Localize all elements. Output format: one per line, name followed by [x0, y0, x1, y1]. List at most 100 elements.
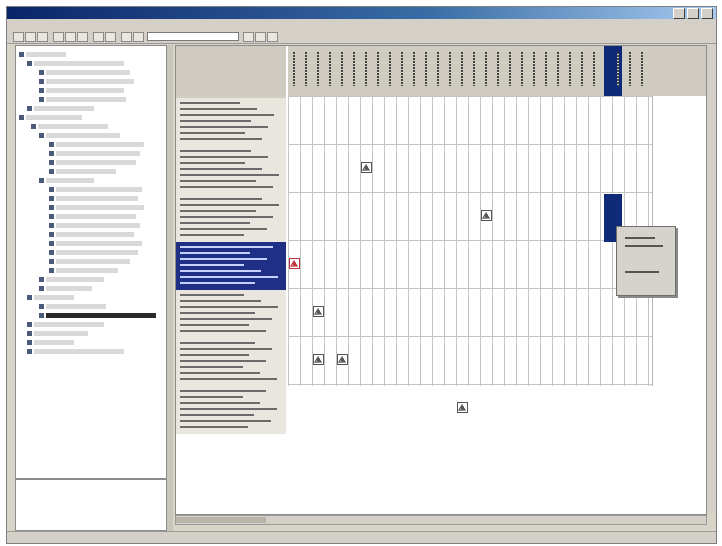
matrix-row-header[interactable] [176, 290, 286, 338]
pane-splitter[interactable] [167, 45, 173, 531]
toolbar-button-12[interactable] [255, 32, 266, 42]
tree-item[interactable] [39, 97, 126, 102]
tree-item[interactable] [27, 106, 94, 111]
matrix-row-header[interactable] [176, 386, 286, 434]
toolbar-button-3[interactable] [37, 32, 48, 42]
vertical-scrollbar[interactable] [707, 45, 715, 513]
matrix-column-label[interactable] [329, 52, 331, 86]
dependency-mark-icon[interactable] [337, 354, 348, 365]
popup-menu-item[interactable] [625, 245, 663, 247]
matrix-column-label[interactable] [617, 52, 619, 86]
dependency-mark-icon[interactable] [361, 162, 372, 173]
tree-item[interactable] [39, 286, 92, 291]
dependency-mark-icon[interactable] [313, 306, 324, 317]
popup-menu-item[interactable] [625, 271, 659, 273]
tree-item[interactable] [27, 340, 74, 345]
matrix-row-header[interactable] [176, 338, 286, 386]
tree-item[interactable] [49, 250, 138, 255]
tree-item[interactable] [49, 214, 136, 219]
tree-item[interactable] [49, 151, 140, 156]
tree-item[interactable] [49, 142, 144, 147]
tree-item[interactable] [31, 124, 108, 129]
matrix-column-label[interactable] [389, 52, 391, 86]
toolbar-button-6[interactable] [77, 32, 88, 42]
matrix-column-label[interactable] [341, 52, 343, 86]
tree-item[interactable] [49, 196, 138, 201]
matrix-column-label[interactable] [377, 52, 379, 86]
matrix-column-label[interactable] [449, 52, 451, 86]
matrix-column-label[interactable] [437, 52, 439, 86]
toolbar-button-10[interactable] [133, 32, 144, 42]
matrix-column-headers[interactable] [288, 46, 706, 96]
matrix-row-header[interactable] [176, 98, 286, 146]
selected-column-header[interactable] [604, 46, 622, 96]
dependency-mark-icon[interactable] [313, 354, 324, 365]
tree-item[interactable] [49, 241, 142, 246]
context-popup-menu[interactable] [616, 226, 676, 296]
toolbar-button-5[interactable] [65, 32, 76, 42]
matrix-column-label[interactable] [413, 52, 415, 86]
tree-item[interactable] [39, 304, 106, 309]
toolbar-button-13[interactable] [267, 32, 278, 42]
toolbar-button-1[interactable] [13, 32, 24, 42]
tree-item[interactable] [27, 331, 88, 336]
matrix-row-header[interactable] [176, 146, 286, 194]
toolbar-button-7[interactable] [93, 32, 104, 42]
matrix-column-label[interactable] [317, 52, 319, 86]
matrix-column-label[interactable] [401, 52, 403, 86]
toolbar-button-2[interactable] [25, 32, 36, 42]
tree-item[interactable] [27, 349, 124, 354]
toolbar-combo-box[interactable] [147, 32, 239, 41]
toolbar-button-9[interactable] [121, 32, 132, 42]
matrix-column-label[interactable] [569, 52, 571, 86]
tree-item[interactable] [27, 295, 74, 300]
dependency-mark-icon[interactable] [481, 210, 492, 221]
tree-item[interactable] [49, 169, 116, 174]
tree-item[interactable] [49, 205, 144, 210]
matrix-column-label[interactable] [581, 52, 583, 86]
tree-item[interactable] [19, 52, 66, 57]
tree-item[interactable] [27, 322, 104, 327]
tree-item[interactable] [27, 61, 124, 66]
matrix-column-label[interactable] [497, 52, 499, 86]
tree-item[interactable] [49, 268, 118, 273]
matrix-column-label[interactable] [485, 52, 487, 86]
matrix-cells[interactable] [288, 96, 653, 413]
scrollbar-thumb[interactable] [176, 517, 266, 523]
matrix-row-header[interactable] [176, 242, 286, 290]
popup-menu-item[interactable] [625, 237, 655, 239]
tree-item[interactable] [39, 70, 130, 75]
tree-item[interactable] [39, 79, 134, 84]
tree-item[interactable] [49, 160, 136, 165]
matrix-row-header[interactable] [176, 194, 286, 242]
toolbar-button-8[interactable] [105, 32, 116, 42]
minimize-button[interactable] [673, 8, 685, 19]
matrix-column-label[interactable] [629, 52, 631, 86]
matrix-column-label[interactable] [461, 52, 463, 86]
toolbar-button-4[interactable] [53, 32, 64, 42]
tree-item[interactable] [39, 178, 94, 183]
tree-item[interactable] [19, 115, 82, 120]
toolbar-button-11[interactable] [243, 32, 254, 42]
tree-item[interactable] [49, 223, 140, 228]
matrix-column-label[interactable] [509, 52, 511, 86]
tree-item[interactable] [39, 133, 120, 138]
tree-item[interactable] [49, 232, 134, 237]
matrix-column-label[interactable] [641, 52, 643, 86]
maximize-button[interactable] [687, 8, 699, 19]
dependency-mark-icon[interactable] [457, 402, 468, 413]
matrix-column-label[interactable] [521, 52, 523, 86]
matrix-column-label[interactable] [557, 52, 559, 86]
matrix-column-label[interactable] [425, 52, 427, 86]
tree-item[interactable] [39, 313, 156, 318]
close-button[interactable] [701, 8, 713, 19]
dependency-mark-icon[interactable] [289, 258, 300, 269]
tree-item[interactable] [49, 259, 130, 264]
model-tree-view[interactable] [15, 45, 167, 479]
matrix-column-label[interactable] [305, 52, 307, 86]
matrix-column-label[interactable] [293, 52, 295, 86]
matrix-column-label[interactable] [545, 52, 547, 86]
matrix-row-headers[interactable] [176, 96, 286, 434]
matrix-column-label[interactable] [593, 52, 595, 86]
matrix-column-label[interactable] [353, 52, 355, 86]
